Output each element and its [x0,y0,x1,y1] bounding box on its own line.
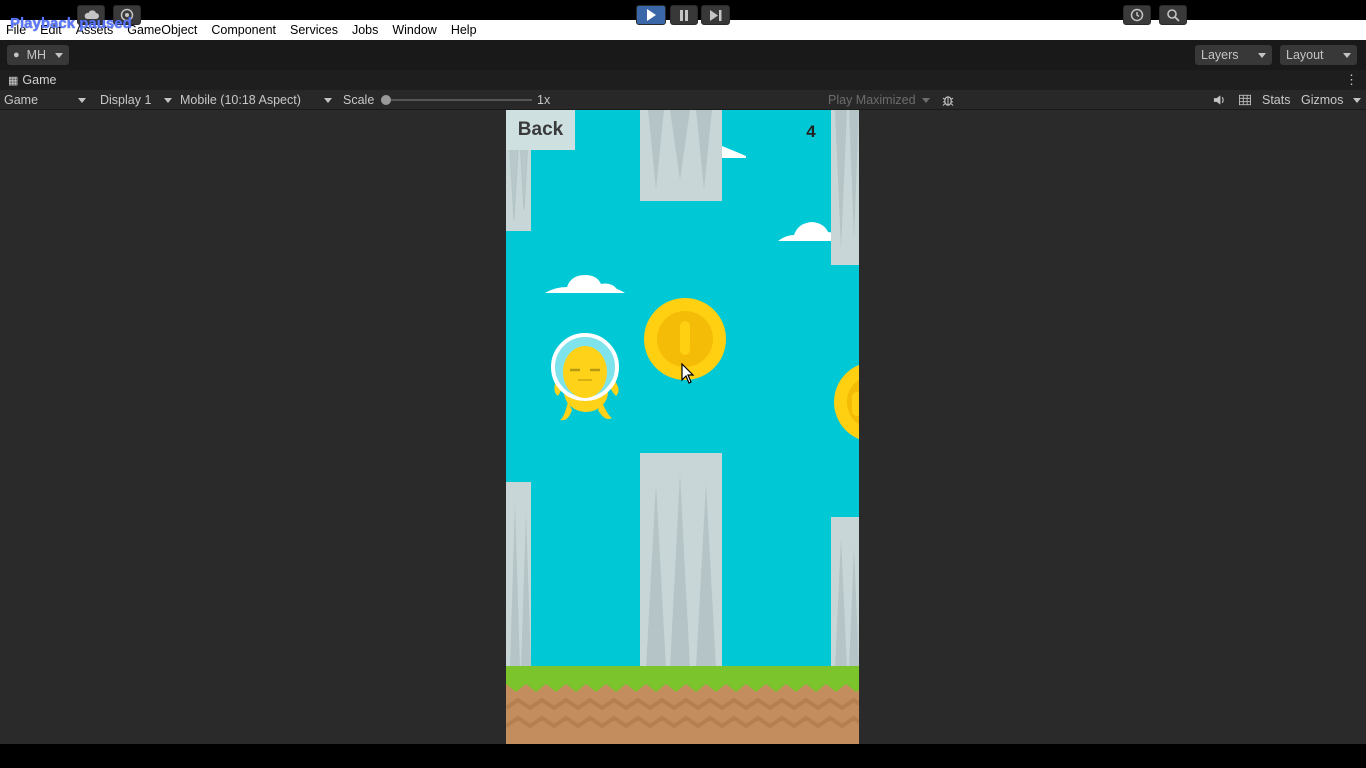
bug-icon[interactable] [938,90,958,110]
gamepad-icon: ▦ [8,74,19,87]
play-maximized-dropdown[interactable]: Play Maximized [824,90,934,110]
aspect-label: Mobile (10:18 Aspect) [180,93,301,107]
bottom-pillar [831,517,859,668]
top-pillar [831,110,859,265]
view-mode-dropdown[interactable]: Game [0,90,90,110]
menu-window[interactable]: Window [392,23,436,37]
view-mode-label: Game [4,93,39,107]
stats-button[interactable]: Stats [1258,90,1298,110]
history-icon [1130,8,1144,22]
status-bar [0,744,1366,768]
main-toolbar [0,40,1366,70]
aspect-dropdown[interactable]: Mobile (10:18 Aspect) [176,90,336,110]
gizmos-label: Gizmos [1301,93,1344,107]
play-maximized-label: Play Maximized [828,93,916,107]
menu-gameobject[interactable]: GameObject [127,23,197,37]
user-icon: ● [13,49,20,61]
chevron-down-icon [1343,52,1351,58]
gizmos-dropdown[interactable]: Gizmos [1297,90,1365,110]
scale-label: Scale [343,93,375,107]
chevron-down-icon [922,97,930,103]
bottom-pillar [640,453,722,668]
menu-jobs[interactable]: Jobs [352,23,378,37]
speaker-icon[interactable] [1209,90,1229,110]
ground-dirt [506,684,859,744]
scale-slider-handle[interactable] [381,95,391,105]
layout-dropdown[interactable]: Layout [1280,45,1357,65]
pause-icon [680,9,688,21]
cloud-sprite [722,146,746,158]
play-button[interactable] [636,5,666,25]
scale-slider-track[interactable] [386,99,532,101]
step-icon [709,9,721,21]
search-button[interactable] [1159,5,1187,25]
account-dropdown[interactable]: ● MH [7,45,69,65]
history-button[interactable] [1123,5,1151,25]
chevron-down-icon [1353,97,1361,103]
menu-component[interactable]: Component [211,23,276,37]
score-counter: 4 [806,122,816,141]
display-dropdown[interactable]: Display 1 [96,90,176,110]
chevron-down-icon [1258,52,1266,58]
layers-dropdown[interactable]: Layers [1195,45,1272,65]
cloud-sprite [545,275,625,293]
display-label: Display 1 [100,93,152,107]
bottom-pillar [506,482,531,668]
chevron-down-icon [164,97,172,103]
top-pillar [640,110,722,201]
scale-value: 1x [537,93,551,107]
cloud-sprite [778,222,838,241]
more-options-icon[interactable]: ⋮ [1345,72,1358,88]
coin-sprite [834,364,859,440]
search-icon [1167,9,1180,22]
back-button[interactable]: Back [506,110,575,150]
panel-tab-bar: ▦ Game [0,70,1366,90]
grid-icon[interactable] [1235,90,1255,110]
cursor-icon [681,363,695,384]
game-view-bar: Game Display 1 Mobile (10:18 Aspect) Sca… [0,90,1366,110]
chevron-down-icon [54,52,63,58]
menu-services[interactable]: Services [290,23,338,37]
playback-status: Playback paused [10,15,132,32]
menu-help[interactable]: Help [451,23,477,37]
chevron-down-icon [78,97,86,103]
account-label: MH [26,48,47,62]
play-icon [647,9,656,21]
tab-game[interactable]: ▦ Game [0,73,56,87]
layers-label: Layers [1201,48,1239,62]
pause-button[interactable] [670,5,698,25]
game-screen[interactable]: Back 4 [506,110,859,744]
layout-label: Layout [1286,48,1324,62]
chevron-down-icon [324,97,332,103]
player-sprite [551,333,619,421]
tab-label: Game [22,73,57,87]
step-button[interactable] [701,5,730,25]
